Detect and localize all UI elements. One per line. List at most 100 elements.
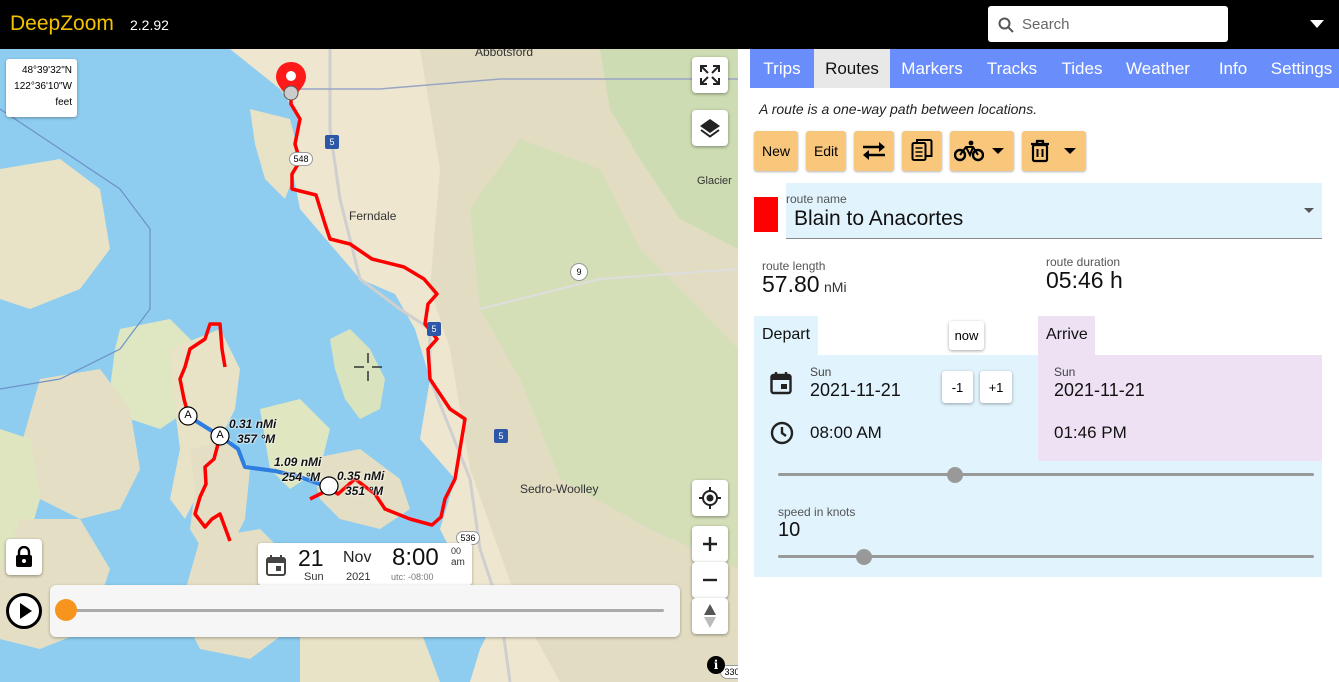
route-length: 57.80 nMi xyxy=(762,271,847,298)
highway-shield-5: 5 xyxy=(494,429,508,443)
leg-bearing: 357 °M xyxy=(237,432,276,446)
road-shield-9: 9 xyxy=(570,263,588,281)
time-display: 8:00 xyxy=(392,544,439,571)
calendar-icon xyxy=(266,555,286,576)
info-button[interactable]: i xyxy=(707,656,725,674)
date-year: 2021 xyxy=(346,571,371,583)
map-datetime-box[interactable]: 21 Sun Nov 2021 8:00 00 am utc: -08:00 xyxy=(258,543,472,585)
copy-icon xyxy=(911,139,933,161)
tab-weather[interactable]: Weather xyxy=(1114,49,1202,88)
tab-info[interactable]: Info xyxy=(1202,49,1264,88)
routes-description: A route is a one-way path between locati… xyxy=(759,101,1038,117)
zoom-in-button[interactable] xyxy=(692,526,728,562)
top-bar: DeepZoom 2.2.92 xyxy=(0,0,1339,49)
route-name-label: route name xyxy=(786,192,847,206)
leg-distance: 0.35 nMi xyxy=(337,469,385,483)
compass-button[interactable] xyxy=(692,598,728,634)
leg-bearing: 351 °M xyxy=(345,484,384,498)
route-leg-label: 1.09 nMi 254 °M xyxy=(274,455,321,485)
minus-day-button[interactable]: -1 xyxy=(942,371,973,403)
depart-date[interactable]: 2021-11-21 xyxy=(810,380,901,401)
trash-icon xyxy=(1031,139,1049,163)
lock-icon xyxy=(16,546,32,567)
speed-slider-handle[interactable] xyxy=(855,549,872,565)
fullscreen-button[interactable] xyxy=(692,57,728,93)
coordinates-readout: 48°39'32"N 122°36'10"W feet xyxy=(6,59,77,117)
search-icon xyxy=(998,17,1014,33)
route-duration-value: 05:46 h xyxy=(1046,267,1123,293)
tab-tides[interactable]: Tides xyxy=(1050,49,1114,88)
date-day: 21 xyxy=(298,545,324,571)
map-label-glacier: Glacier xyxy=(697,175,732,187)
time-slider-handle[interactable] xyxy=(946,467,963,483)
date-month: Nov xyxy=(343,549,372,566)
now-button[interactable]: now xyxy=(949,321,984,350)
highway-shield-5: 5 xyxy=(325,135,339,149)
clock-icon xyxy=(770,421,794,445)
waypoint-marker[interactable]: A xyxy=(182,409,194,421)
leg-distance: 0.31 nMi xyxy=(229,417,277,431)
layers-button[interactable] xyxy=(692,110,728,146)
app-version: 2.2.92 xyxy=(130,17,169,33)
menu-dropdown-icon[interactable] xyxy=(1310,20,1324,28)
tab-tracks[interactable]: Tracks xyxy=(974,49,1050,88)
arrive-weekday: Sun xyxy=(1054,365,1076,379)
arrive-tab[interactable]: Arrive xyxy=(1038,316,1095,356)
chevron-down-icon xyxy=(992,148,1004,154)
waypoint-marker[interactable]: A xyxy=(214,429,226,441)
route-name-select[interactable]: route name Blain to Anacortes xyxy=(786,183,1322,239)
plus-day-button[interactable]: +1 xyxy=(980,371,1012,403)
playback-bar xyxy=(50,585,680,637)
speed-label: speed in knots xyxy=(778,505,856,519)
app-root: DeepZoom 2.2.92 Search Abbotsford Fernda… xyxy=(0,0,1339,682)
delete-route-dropdown[interactable] xyxy=(1022,131,1086,171)
arrive-box xyxy=(1038,355,1322,461)
compass-icon xyxy=(704,604,716,628)
arrive-time: 01:46 PM xyxy=(1054,423,1127,442)
lock-button[interactable] xyxy=(6,539,42,575)
depth-unit-readout: feet xyxy=(55,97,72,108)
edit-route-button[interactable]: Edit xyxy=(806,131,846,171)
playback-slider-track[interactable] xyxy=(64,609,664,612)
leg-bearing: 254 °M xyxy=(282,470,321,484)
swap-arrows-icon xyxy=(863,142,885,160)
side-panel: Trips Routes Markers Tracks Tides Weathe… xyxy=(738,49,1339,682)
new-route-button[interactable]: New xyxy=(754,131,798,171)
play-button[interactable] xyxy=(6,593,42,629)
locate-button[interactable] xyxy=(692,480,728,516)
zoom-out-button[interactable] xyxy=(692,562,728,598)
map-view[interactable]: Abbotsford Ferndale Glacier Sedro-Woolle… xyxy=(0,49,738,682)
speed-value: 10 xyxy=(778,519,801,541)
time-seconds: 00 xyxy=(451,546,462,556)
tab-bar: Trips Routes Markers Tracks Tides Weathe… xyxy=(750,49,1339,88)
minus-icon xyxy=(703,578,717,582)
route-color-swatch[interactable] xyxy=(754,197,778,232)
tab-markers[interactable]: Markers xyxy=(890,49,974,88)
map-label-ferndale: Ferndale xyxy=(349,209,397,223)
depart-time[interactable]: 08:00 AM xyxy=(810,423,882,443)
travel-mode-dropdown[interactable] xyxy=(950,131,1014,171)
road-shield-548: 548 xyxy=(289,152,313,166)
gps-locate-icon xyxy=(699,487,721,509)
layers-icon xyxy=(700,119,720,138)
reverse-route-button[interactable] xyxy=(854,131,894,171)
fullscreen-icon xyxy=(700,65,720,85)
search-box[interactable] xyxy=(988,6,1228,42)
date-weekday: Sun xyxy=(304,571,324,583)
route-leg-label: 0.31 nMi 357 °M xyxy=(229,417,276,447)
calendar-icon xyxy=(770,372,792,395)
search-input[interactable] xyxy=(1022,13,1218,35)
tab-routes[interactable]: Routes xyxy=(814,49,890,88)
tab-settings[interactable]: Settings xyxy=(1264,49,1339,88)
copy-route-button[interactable] xyxy=(902,131,942,171)
tab-trips[interactable]: Trips xyxy=(750,49,814,88)
route-name-value: Blain to Anacortes xyxy=(794,207,964,230)
time-slider-track[interactable] xyxy=(778,473,1314,476)
playback-slider-handle[interactable] xyxy=(55,599,77,621)
map-label-abbotsford: Abbotsford xyxy=(475,49,534,59)
depart-tab[interactable]: Depart xyxy=(754,316,818,356)
arrive-date: 2021-11-21 xyxy=(1054,380,1145,400)
route-leg-label: 0.35 nMi 351 °M xyxy=(337,469,384,499)
chevron-down-icon xyxy=(1304,208,1314,213)
app-logo[interactable]: DeepZoom xyxy=(10,12,114,36)
